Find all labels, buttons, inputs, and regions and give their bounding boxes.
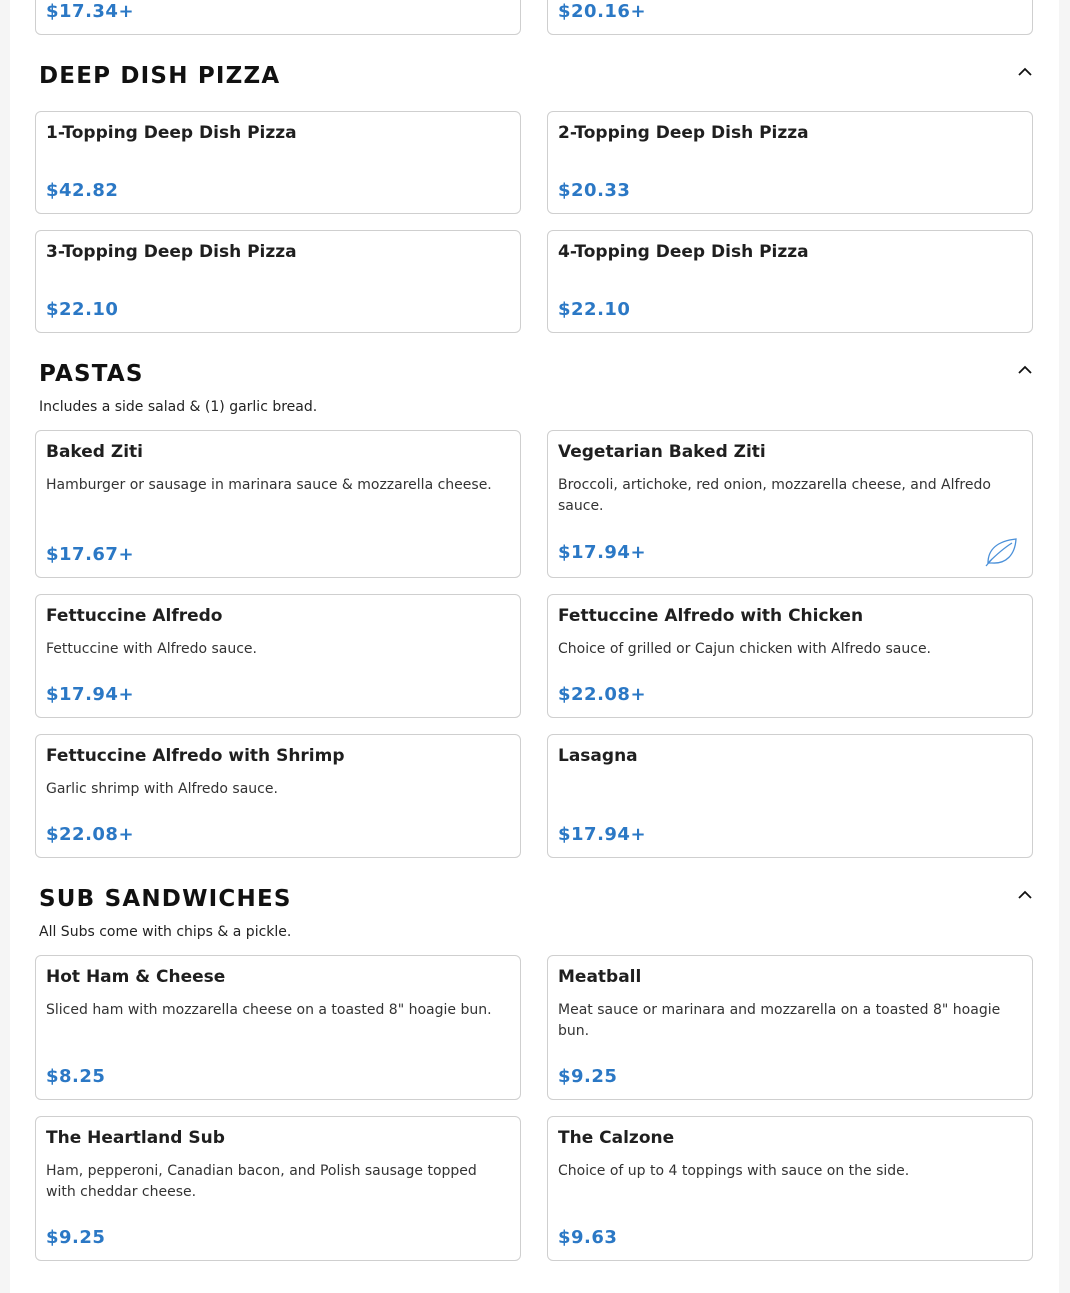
menu-item-card[interactable]: The Heartland Sub Ham, pepperoni, Canadi… — [35, 1116, 521, 1261]
menu-item-card[interactable]: Lasagna $17.94+ — [547, 734, 1033, 858]
menu-item-card[interactable]: 4-Topping Deep Dish Pizza $22.10 — [547, 230, 1033, 333]
item-price: $20.33 — [558, 180, 631, 201]
item-price: $9.25 — [46, 1227, 106, 1248]
section-header-deep-dish: DEEP DISH PIZZA — [39, 61, 1059, 101]
item-price: $17.94+ — [558, 824, 647, 845]
section-title: PASTAS — [39, 361, 144, 387]
item-price: $8.25 — [46, 1066, 106, 1087]
menu-item-card[interactable]: Meatball Meat sauce or marinara and mozz… — [547, 955, 1033, 1100]
menu-item-card[interactable]: Baked Ziti Hamburger or sausage in marin… — [35, 430, 521, 578]
item-price: $22.10 — [46, 299, 119, 320]
item-description: Broccoli, artichoke, red onion, mozzarel… — [558, 477, 991, 514]
menu-item-card[interactable]: Fettuccine Alfredo with Shrimp Garlic sh… — [35, 734, 521, 858]
menu-item-card[interactable]: Fettuccine Alfredo with Chicken Choice o… — [547, 594, 1033, 718]
item-description: Ham, pepperoni, Canadian bacon, and Poli… — [46, 1163, 477, 1200]
item-description: Hamburger or sausage in marinara sauce &… — [46, 477, 492, 493]
item-name: Meatball — [558, 967, 642, 987]
menu-item-card[interactable]: $20.16+ — [547, 0, 1033, 35]
item-price: $42.82 — [46, 180, 119, 201]
item-name: Lasagna — [558, 746, 638, 766]
collapse-section-button[interactable] — [1015, 359, 1035, 379]
item-name: The Heartland Sub — [46, 1128, 225, 1148]
chevron-up-icon — [1018, 67, 1032, 76]
item-price: $17.94+ — [46, 684, 135, 705]
item-price: $9.63 — [558, 1227, 618, 1248]
section-title: DEEP DISH PIZZA — [39, 63, 281, 89]
menu-item-card[interactable]: $17.34+ — [35, 0, 521, 35]
item-description: Choice of up to 4 toppings with sauce on… — [558, 1163, 910, 1179]
item-price: $17.34+ — [46, 1, 135, 22]
item-description: Choice of grilled or Cajun chicken with … — [558, 641, 932, 657]
item-name: Fettuccine Alfredo — [46, 606, 223, 626]
menu-item-card[interactable]: Fettuccine Alfredo Fettuccine with Alfre… — [35, 594, 521, 718]
item-name: 1-Topping Deep Dish Pizza — [46, 123, 297, 143]
item-name: Fettuccine Alfredo with Chicken — [558, 606, 864, 626]
item-description: Garlic shrimp with Alfredo sauce. — [46, 781, 278, 797]
item-description: Meat sauce or marinara and mozzarella on… — [558, 1002, 1001, 1039]
item-price: $22.10 — [558, 299, 631, 320]
item-price: $17.94+ — [558, 542, 647, 563]
menu-page: $17.34+ $20.16+ DEEP DISH PIZZA 1-Toppin… — [10, 0, 1059, 1293]
item-name: 3-Topping Deep Dish Pizza — [46, 242, 297, 262]
chevron-up-icon — [1018, 890, 1032, 899]
menu-item-card[interactable]: Hot Ham & Cheese Sliced ham with mozzare… — [35, 955, 521, 1100]
item-name: Vegetarian Baked Ziti — [558, 442, 766, 462]
menu-item-card[interactable]: 2-Topping Deep Dish Pizza $20.33 — [547, 111, 1033, 214]
item-name: Hot Ham & Cheese — [46, 967, 226, 987]
item-price: $22.08+ — [46, 824, 135, 845]
chevron-up-icon — [1018, 365, 1032, 374]
menu-item-card[interactable]: The Calzone Choice of up to 4 toppings w… — [547, 1116, 1033, 1261]
item-price: $9.25 — [558, 1066, 618, 1087]
menu-item-card[interactable]: 3-Topping Deep Dish Pizza $22.10 — [35, 230, 521, 333]
section-header-pastas: PASTAS — [39, 359, 1059, 399]
item-price: $22.08+ — [558, 684, 647, 705]
section-title: SUB SANDWICHES — [39, 886, 292, 912]
item-name: Fettuccine Alfredo with Shrimp — [46, 746, 345, 766]
section-note: All Subs come with chips & a pickle. — [39, 924, 292, 940]
item-name: The Calzone — [558, 1128, 675, 1148]
item-name: Baked Ziti — [46, 442, 144, 462]
item-name: 4-Topping Deep Dish Pizza — [558, 242, 809, 262]
section-note: Includes a side salad & (1) garlic bread… — [39, 399, 318, 415]
item-name: 2-Topping Deep Dish Pizza — [558, 123, 809, 143]
item-description: Sliced ham with mozzarella cheese on a t… — [46, 1002, 492, 1018]
collapse-section-button[interactable] — [1015, 61, 1035, 81]
menu-item-card[interactable]: 1-Topping Deep Dish Pizza $42.82 — [35, 111, 521, 214]
section-header-subs: SUB SANDWICHES — [39, 884, 1059, 924]
item-price: $20.16+ — [558, 1, 647, 22]
menu-item-card[interactable]: Vegetarian Baked Ziti Broccoli, artichok… — [547, 430, 1033, 578]
collapse-section-button[interactable] — [1015, 884, 1035, 904]
item-description: Fettuccine with Alfredo sauce. — [46, 641, 257, 657]
item-price: $17.67+ — [46, 544, 135, 565]
vegetarian-leaf-icon — [985, 538, 1017, 567]
